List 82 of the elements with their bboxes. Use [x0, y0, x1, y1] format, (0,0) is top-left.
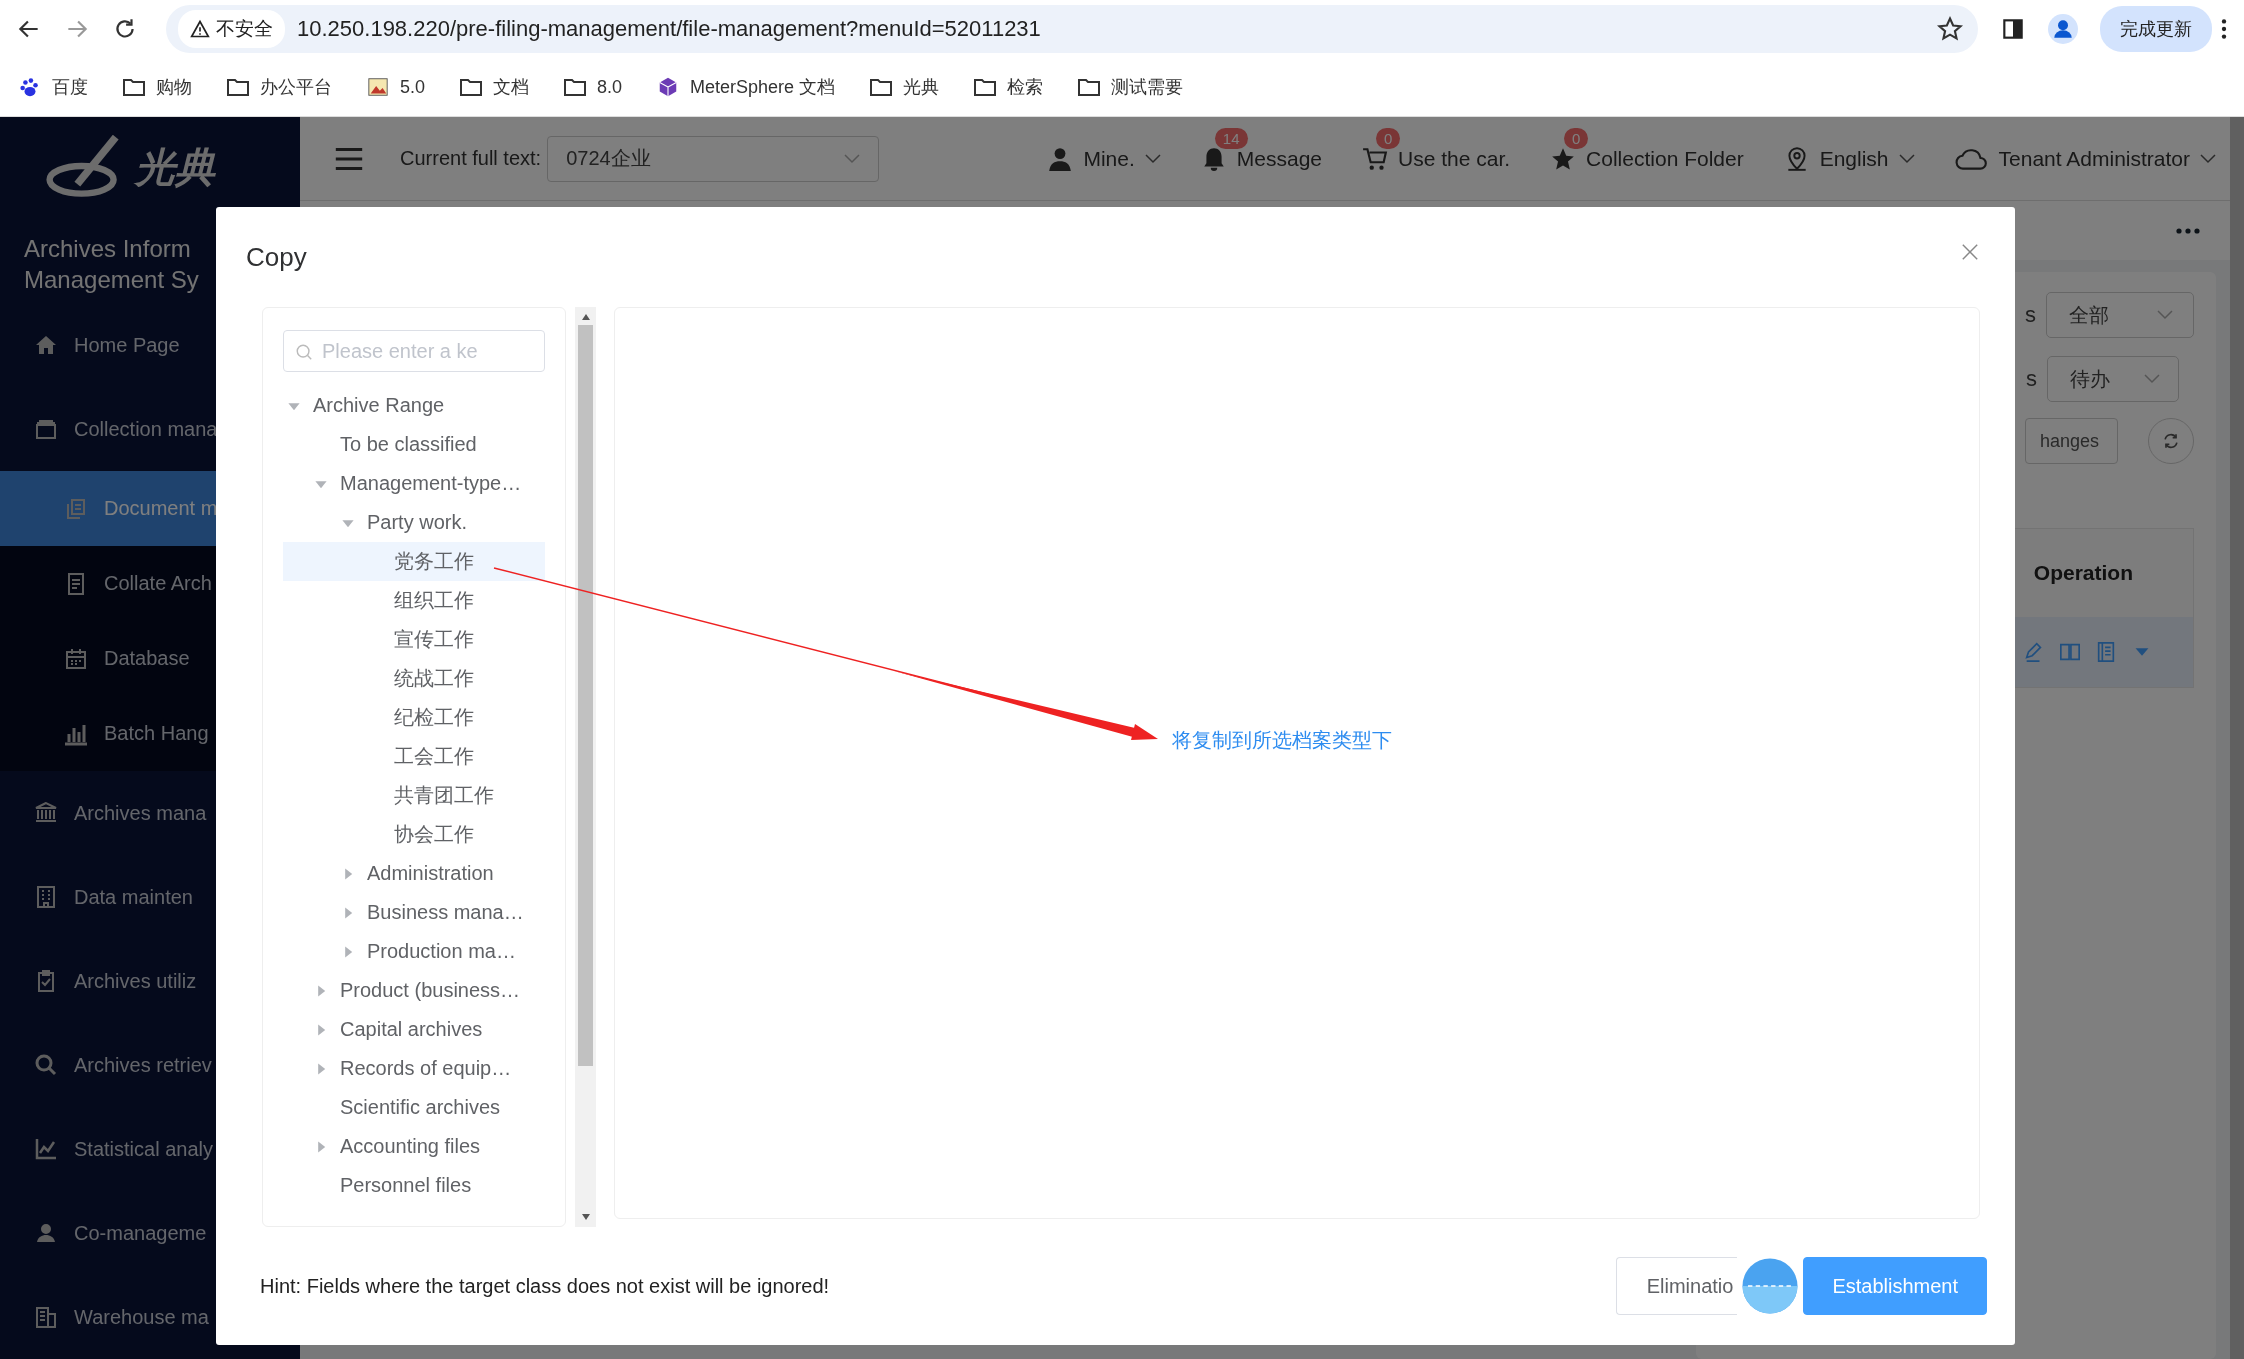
bookmark[interactable]: 检索 [973, 75, 1044, 99]
role-menu[interactable]: Tenant Administrator [1954, 123, 2216, 172]
search-icon [295, 343, 313, 361]
chevron-down-icon [1144, 153, 1161, 164]
filter-select[interactable]: 全部 [2046, 292, 2194, 338]
folder-icon [226, 76, 250, 98]
update-button[interactable]: 完成更新 [2100, 6, 2212, 52]
bookmark[interactable]: 5.0 [366, 76, 426, 98]
system-title: Management Sy [24, 265, 199, 295]
menu-icon-glyph [34, 801, 58, 825]
star-icon[interactable] [1936, 15, 1964, 43]
menu-icon-glyph [64, 646, 88, 671]
folder-icon [563, 76, 588, 98]
folder-icon [869, 76, 894, 98]
folder-icon [459, 76, 484, 98]
address-bar[interactable]: 不安全 10.250.198.220/pre-filing-management/file-management?menuId=52011231 [166, 5, 1978, 53]
security-chip[interactable]: 不安全 [178, 10, 285, 48]
more-icon[interactable] [2176, 227, 2200, 234]
menu-icon-glyph [34, 1053, 58, 1077]
chevron-down-icon [2157, 310, 2173, 320]
side-panel-icon[interactable] [2000, 16, 2026, 42]
menu-icon-glyph [34, 885, 58, 909]
filter-select[interactable]: 待办 [2047, 356, 2179, 402]
full-text-label: Current full text: [400, 147, 542, 170]
url-text: 10.250.198.220/pre-filing-management/file-management?menuId=52011231 [297, 16, 1042, 42]
menu-icon-glyph [34, 1137, 58, 1161]
chevron-down-icon [2144, 374, 2160, 384]
count-badge: 0 [1376, 127, 1401, 149]
bookmark[interactable]: 文档 [459, 75, 530, 99]
folder-icon [973, 76, 998, 98]
bookmark[interactable]: MeterSphere 文档 [656, 75, 836, 99]
user-icon [1047, 145, 1074, 172]
filter-label: s [2026, 366, 2037, 392]
menu-icon-glyph [64, 496, 88, 521]
bookmark[interactable]: 测试需要 [1077, 75, 1184, 99]
annotation-text: 将复制到所选档案类型下 [1172, 728, 1392, 753]
folder-icon [122, 76, 146, 98]
profile-icon[interactable] [2048, 14, 2078, 44]
count-badge: 0 [1564, 127, 1589, 149]
image-icon [366, 76, 390, 98]
language-menu[interactable]: English [1783, 123, 1915, 172]
scroll-up-icon[interactable] [580, 313, 591, 321]
search-field[interactable]: Please enter a ke [283, 330, 545, 372]
user-menu[interactable]: Mine. [1047, 123, 1161, 172]
folder-icon [1077, 76, 1102, 98]
bookmark[interactable]: 8.0 [563, 76, 623, 98]
menu-icon-glyph [34, 417, 58, 441]
bookmark[interactable]: 百度 [18, 75, 88, 99]
favorites-link[interactable]: 0 Collection Folder [1550, 123, 1744, 172]
logo-text: 光典 [135, 143, 215, 191]
close-icon[interactable] [1961, 243, 1979, 261]
column-header: Operation [2033, 561, 2133, 585]
book-icon[interactable] [2059, 641, 2081, 663]
tree-node[interactable]: 党务工作 [283, 542, 545, 581]
bookmark[interactable]: 购物 [122, 75, 192, 99]
dialog-button[interactable]: Eliminatio [1615, 1257, 1738, 1315]
filter-label: s [2025, 302, 2036, 328]
message-link[interactable]: 14 Message [1200, 123, 1323, 172]
menu-icon[interactable] [2220, 16, 2228, 42]
menu-icon-glyph [34, 1221, 58, 1245]
system-title: Archives Inform [24, 234, 191, 264]
dialog-title: Copy [246, 241, 307, 273]
bookmark[interactable]: 办公平台 [226, 75, 332, 99]
scrollbar[interactable] [2230, 117, 2244, 1359]
count-badge: 14 [1214, 127, 1248, 149]
menu-toggle-icon[interactable] [334, 146, 364, 171]
full-text-select[interactable]: 0724企业 [547, 135, 880, 182]
scrollbar[interactable] [575, 307, 596, 1227]
chevron-down-icon [844, 153, 861, 164]
scroll-down-icon[interactable] [580, 1213, 591, 1221]
cart-link[interactable]: 0 Use the car. [1362, 123, 1511, 172]
menu-icon-glyph [34, 333, 58, 357]
chevron-down-icon [1898, 153, 1915, 164]
document-icon[interactable] [2095, 641, 2117, 663]
chevron-down-icon [2200, 153, 2216, 164]
cart-icon [1362, 145, 1389, 172]
warning-icon [190, 19, 210, 39]
refresh-button[interactable] [2148, 418, 2194, 464]
menu-icon-glyph [34, 1305, 58, 1329]
hint-text: Hint: Fields where the target class does not exist will be ignored! [260, 1274, 830, 1298]
changes-button[interactable]: hanges [2024, 418, 2118, 464]
bookmark[interactable]: 光典 [869, 75, 940, 99]
